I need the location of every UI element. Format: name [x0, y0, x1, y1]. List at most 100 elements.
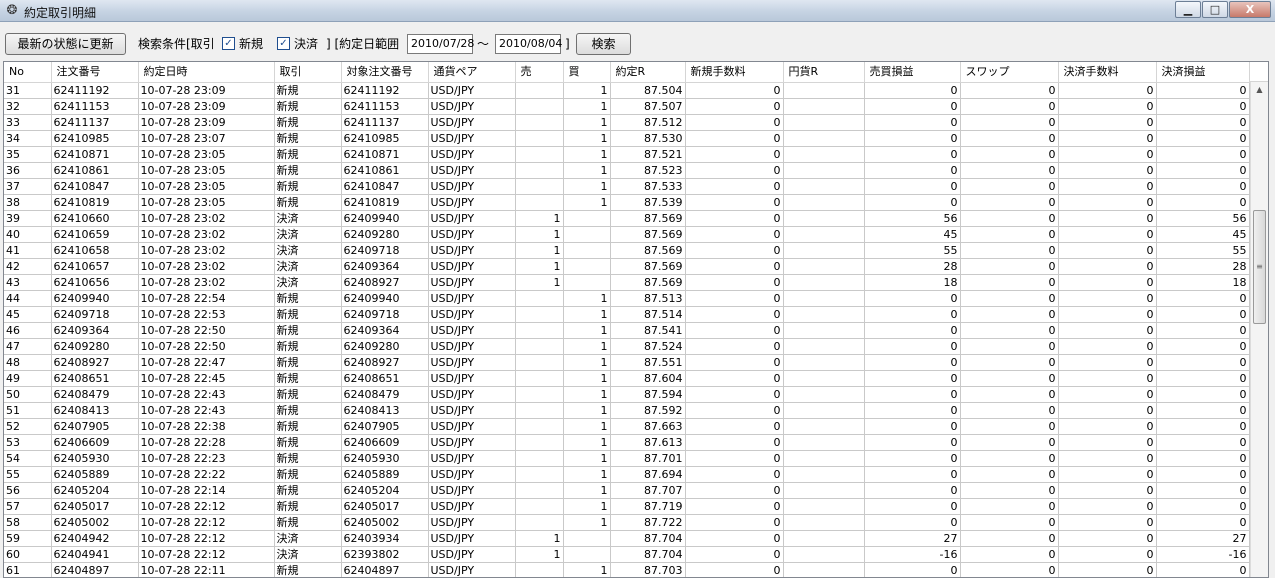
- table-row[interactable]: 51 62408413 10-07-28 22:43 新規 62408413 USD/JP…: [4, 402, 1250, 419]
- cell-yen-rate: [783, 146, 865, 163]
- table-row[interactable]: 46 62409364 10-07-28 22:50 新規 62409364 USD/JP…: [4, 322, 1250, 339]
- cell-trade-datetime: 10-07-28 23:09: [138, 82, 275, 99]
- cell-currency-pair: USD/JPY: [428, 274, 516, 291]
- table-row[interactable]: 56 62405204 10-07-28 22:14 新規 62405204 USD/JP…: [4, 482, 1250, 499]
- cell-sell: 1: [515, 258, 564, 275]
- cell-order-id: 62406609: [51, 434, 139, 451]
- table-row[interactable]: 49 62408651 10-07-28 22:45 新規 62408651 USD/JP…: [4, 370, 1250, 387]
- cell-settle-fee: 0: [1058, 530, 1157, 547]
- cell-currency-pair: USD/JPY: [428, 498, 516, 515]
- column-header-buy[interactable]: 買: [563, 62, 611, 83]
- cell-order-id: 62405002: [51, 514, 139, 531]
- cell-new-fee: 0: [685, 370, 784, 387]
- cell-trade-datetime: 10-07-28 22:50: [138, 322, 275, 339]
- cell-settle-pl: 55: [1156, 242, 1250, 259]
- minimize-icon[interactable]: ▁: [1175, 1, 1201, 18]
- cell-target-order-id: 62405930: [341, 450, 429, 467]
- cell-trading-pl: 0: [864, 450, 961, 467]
- cell-swap: 0: [960, 82, 1059, 99]
- table-row[interactable]: 33 62411137 10-07-28 23:09 新規 62411137 USD/JP…: [4, 114, 1250, 131]
- table-row[interactable]: 53 62406609 10-07-28 22:28 新規 62406609 USD/JP…: [4, 434, 1250, 451]
- column-header-settle-fee[interactable]: 決済手数料: [1058, 62, 1157, 83]
- table-row[interactable]: 36 62410861 10-07-28 23:05 新規 62410861 USD/JP…: [4, 162, 1250, 179]
- column-header-new-fee[interactable]: 新規手数料: [685, 62, 784, 83]
- table-row[interactable]: 61 62404897 10-07-28 22:11 新規 62404897 USD/JP…: [4, 562, 1250, 577]
- search-button[interactable]: 検索: [576, 33, 631, 55]
- new-checkbox[interactable]: ✓: [222, 37, 235, 50]
- table-row[interactable]: 50 62408479 10-07-28 22:43 新規 62408479 USD/JP…: [4, 386, 1250, 403]
- table-row[interactable]: 39 62410660 10-07-28 23:02 決済 62409940 USD/JP…: [4, 210, 1250, 227]
- cell-trade-datetime: 10-07-28 23:02: [138, 242, 275, 259]
- cell-settle-fee: 0: [1058, 162, 1157, 179]
- date-range-label: ] [約定日範囲: [326, 37, 400, 51]
- table-row[interactable]: 45 62409718 10-07-28 22:53 新規 62409718 USD/JP…: [4, 306, 1250, 323]
- cell-new-fee: 0: [685, 178, 784, 195]
- cell-order-id: 62411192: [51, 82, 139, 99]
- column-header-settle-pl[interactable]: 決済損益: [1156, 62, 1250, 83]
- cell-no: 43: [4, 274, 52, 291]
- cell-trade-type: 新規: [274, 482, 342, 499]
- scroll-thumb[interactable]: ≡: [1253, 210, 1266, 324]
- table-row[interactable]: 37 62410847 10-07-28 23:05 新規 62410847 USD/JP…: [4, 178, 1250, 195]
- table-row[interactable]: 59 62404942 10-07-28 22:12 決済 62403934 USD/JP…: [4, 530, 1250, 547]
- table-row[interactable]: 41 62410658 10-07-28 23:02 決済 62409718 USD/JP…: [4, 242, 1250, 259]
- close-icon[interactable]: X: [1229, 1, 1271, 18]
- column-header-no[interactable]: No: [4, 62, 52, 83]
- table-row[interactable]: 40 62410659 10-07-28 23:02 決済 62409280 USD/JP…: [4, 226, 1250, 243]
- table-row[interactable]: 44 62409940 10-07-28 22:54 新規 62409940 USD/JP…: [4, 290, 1250, 307]
- column-header-yen-rate[interactable]: 円貨R: [783, 62, 865, 83]
- cell-trade-type: 新規: [274, 498, 342, 515]
- settle-checkbox[interactable]: ✓: [277, 37, 290, 50]
- table-row[interactable]: 32 62411153 10-07-28 23:09 新規 62411153 USD/JP…: [4, 98, 1250, 115]
- cell-settle-pl: 56: [1156, 210, 1250, 227]
- table-row[interactable]: 55 62405889 10-07-28 22:22 新規 62405889 USD/JP…: [4, 466, 1250, 483]
- table-row[interactable]: 52 62407905 10-07-28 22:38 新規 62407905 USD/JP…: [4, 418, 1250, 435]
- cell-yen-rate: [783, 242, 865, 259]
- maximize-icon[interactable]: □: [1202, 1, 1228, 18]
- column-header-swap[interactable]: スワップ: [960, 62, 1059, 83]
- cell-settle-pl: 0: [1156, 482, 1250, 499]
- cell-buy: 1: [563, 418, 611, 435]
- vertical-scrollbar[interactable]: ▲ ≡: [1250, 82, 1268, 577]
- cell-target-order-id: 62405204: [341, 482, 429, 499]
- column-header-currency-pair[interactable]: 通貨ペア: [428, 62, 516, 83]
- column-header-trade-datetime[interactable]: 約定日時: [138, 62, 275, 83]
- table-row[interactable]: 42 62410657 10-07-28 23:02 決済 62409364 USD/JP…: [4, 258, 1250, 275]
- cell-trading-pl: 0: [864, 322, 961, 339]
- cell-currency-pair: USD/JPY: [428, 434, 516, 451]
- cell-new-fee: 0: [685, 338, 784, 355]
- table-row[interactable]: 34 62410985 10-07-28 23:07 新規 62410985 USD/JP…: [4, 130, 1250, 147]
- cell-settle-pl: 28: [1156, 258, 1250, 275]
- cell-buy: 1: [563, 514, 611, 531]
- table-row[interactable]: 31 62411192 10-07-28 23:09 新規 62411192 USD/JP…: [4, 82, 1250, 99]
- cell-buy: 1: [563, 482, 611, 499]
- cell-settle-pl: 0: [1156, 178, 1250, 195]
- cell-trade-datetime: 10-07-28 23:02: [138, 258, 275, 275]
- column-header-trading-pl[interactable]: 売買損益: [864, 62, 961, 83]
- column-header-rate[interactable]: 約定R: [610, 62, 686, 83]
- table-row[interactable]: 60 62404941 10-07-28 22:12 決済 62393802 USD/JP…: [4, 546, 1250, 563]
- table-row[interactable]: 47 62409280 10-07-28 22:50 新規 62409280 USD/JP…: [4, 338, 1250, 355]
- cell-trading-pl: 0: [864, 354, 961, 371]
- column-header-trade-type[interactable]: 取引: [274, 62, 342, 83]
- cell-sell: 1: [515, 530, 564, 547]
- table-row[interactable]: 48 62408927 10-07-28 22:47 新規 62408927 USD/JP…: [4, 354, 1250, 371]
- cell-trade-type: 新規: [274, 194, 342, 211]
- column-header-sell[interactable]: 売: [515, 62, 564, 83]
- scroll-up-icon[interactable]: ▲: [1251, 82, 1268, 98]
- column-header-target-order-id[interactable]: 対象注文番号: [341, 62, 429, 83]
- cell-target-order-id: 62408413: [341, 402, 429, 419]
- table-row[interactable]: 35 62410871 10-07-28 23:05 新規 62410871 USD/JP…: [4, 146, 1250, 163]
- table-row[interactable]: 54 62405930 10-07-28 22:23 新規 62405930 USD/JP…: [4, 450, 1250, 467]
- table-row[interactable]: 57 62405017 10-07-28 22:12 新規 62405017 USD/JP…: [4, 498, 1250, 515]
- column-header-order-id[interactable]: 注文番号: [51, 62, 139, 83]
- refresh-button[interactable]: 最新の状態に更新: [5, 33, 126, 55]
- table-row[interactable]: 43 62410656 10-07-28 23:02 決済 62408927 USD/JP…: [4, 274, 1250, 291]
- cell-yen-rate: [783, 354, 865, 371]
- cell-swap: 0: [960, 338, 1059, 355]
- table-row[interactable]: 58 62405002 10-07-28 22:12 新規 62405002 USD/JP…: [4, 514, 1250, 531]
- table-row[interactable]: 38 62410819 10-07-28 23:05 新規 62410819 USD/JP…: [4, 194, 1250, 211]
- cell-no: 32: [4, 98, 52, 115]
- date-from-field[interactable]: 2010/07/28: [407, 34, 474, 54]
- date-to-field[interactable]: 2010/08/04: [495, 34, 562, 54]
